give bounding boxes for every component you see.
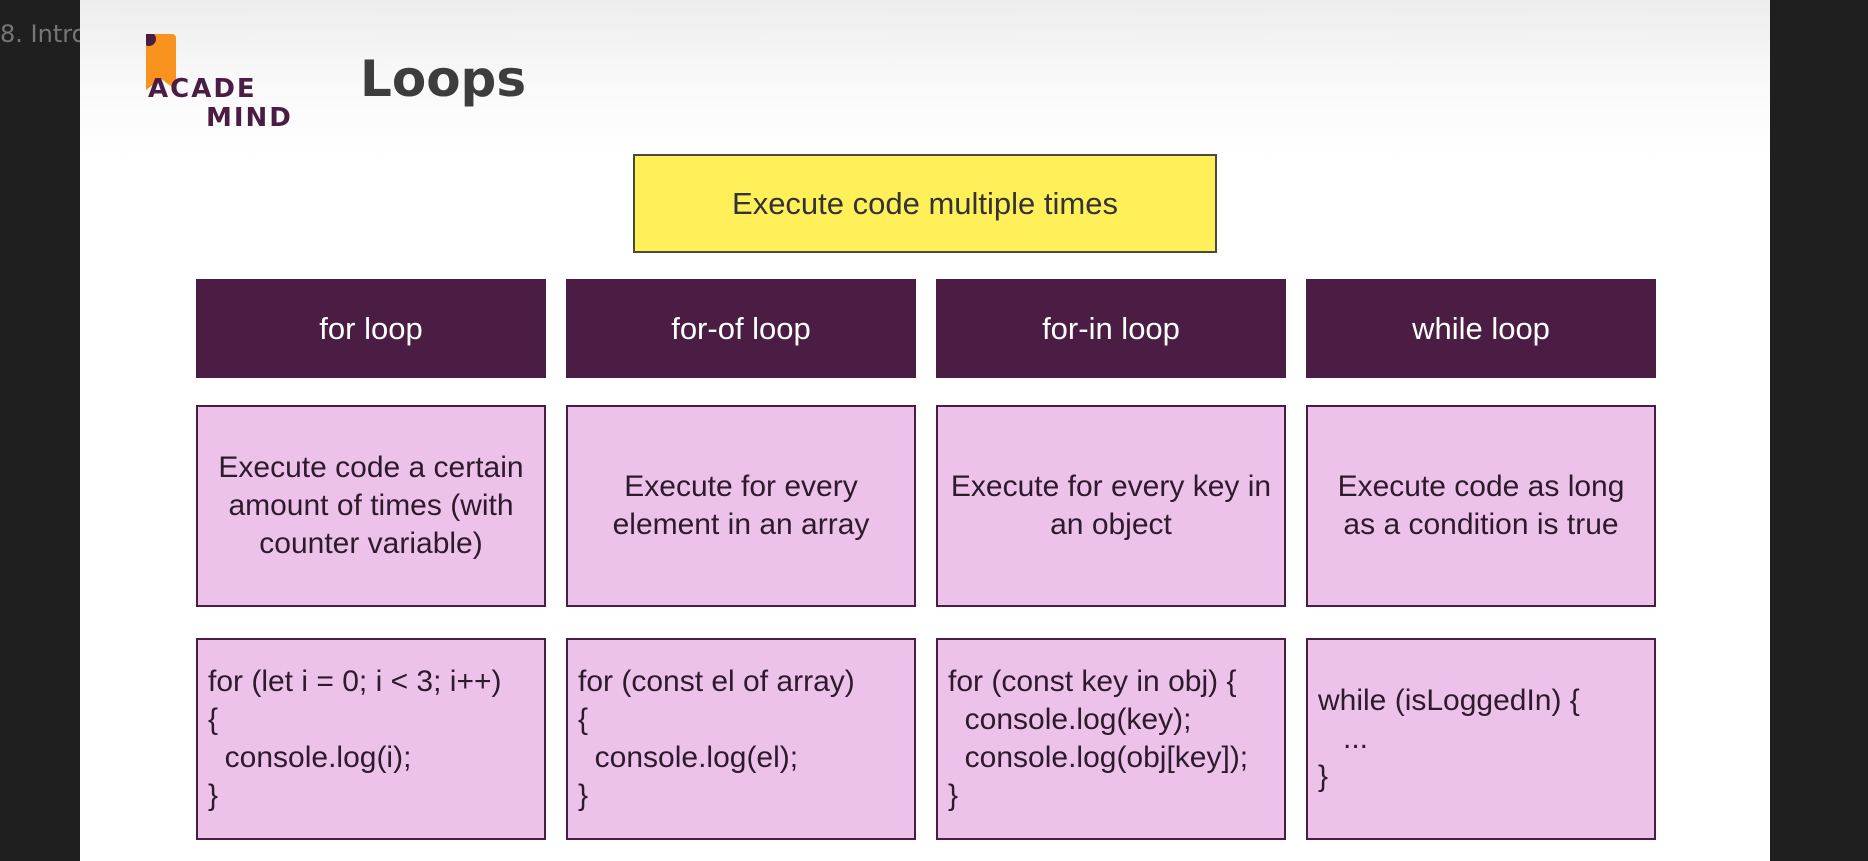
loop-header-for-of: for-of loop: [566, 279, 916, 378]
loop-description-for: Execute code a certain amount of times (…: [196, 405, 546, 607]
logo-line-2: MIND: [206, 103, 293, 133]
loop-description-while: Execute code as long as a condition is t…: [1306, 405, 1656, 607]
summary-box: Execute code multiple times: [633, 154, 1217, 253]
academind-logo: ACADE MIND: [146, 34, 296, 133]
loop-header-for: for loop: [196, 279, 546, 378]
loop-code-for-in: for (const key in obj) { console.log(key…: [936, 638, 1286, 840]
loop-code-for-of: for (const el of array) { console.log(el…: [566, 638, 916, 840]
loop-description-for-of: Execute for every element in an array: [566, 405, 916, 607]
loop-code-while: while (isLoggedIn) { ... }: [1306, 638, 1656, 840]
logo-line-1: ACADE: [148, 74, 257, 104]
loop-code-for: for (let i = 0; i < 3; i++) { console.lo…: [196, 638, 546, 840]
slide-title: Loops: [360, 50, 527, 108]
loop-description-for-in: Execute for every key in an object: [936, 405, 1286, 607]
loop-header-while: while loop: [1306, 279, 1656, 378]
loop-header-for-in: for-in loop: [936, 279, 1286, 378]
